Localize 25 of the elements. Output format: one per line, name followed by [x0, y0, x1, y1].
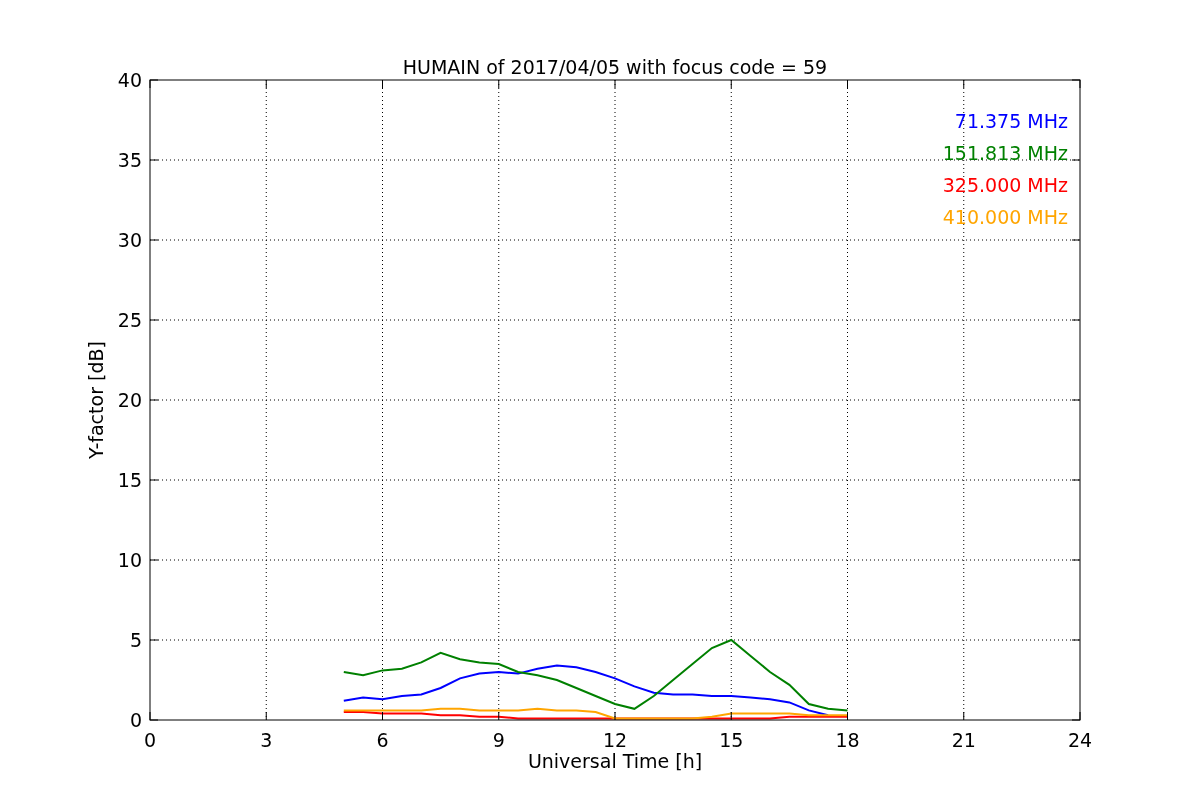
y-tick-label: 30 — [117, 229, 142, 251]
y-tick-label: 40 — [117, 69, 142, 91]
y-tick-label: 25 — [117, 309, 142, 331]
y-tick-label: 0 — [129, 709, 142, 731]
y-tick-label: 20 — [117, 389, 142, 411]
x-tick-label: 24 — [1067, 729, 1093, 751]
legend-label: 325.000 MHz — [942, 174, 1068, 196]
x-tick-label: 18 — [835, 729, 860, 751]
legend-label: 71.375 MHz — [954, 110, 1068, 132]
x-tick-label: 15 — [719, 729, 744, 751]
x-tick-label: 21 — [951, 729, 976, 751]
y-tick-label: 15 — [117, 469, 142, 491]
x-tick-label: 0 — [143, 729, 157, 751]
x-tick-label: 3 — [260, 729, 273, 751]
x-tick-label: 12 — [602, 729, 628, 751]
x-axis-label: Universal Time [h] — [527, 750, 703, 772]
y-tick-label: 5 — [129, 629, 142, 651]
y-tick-label: 35 — [117, 149, 142, 171]
legend-label: 151.813 MHz — [942, 142, 1068, 164]
legend-label: 410.000 MHz — [942, 206, 1068, 228]
x-tick-label: 6 — [376, 729, 389, 751]
x-tick-label: 9 — [492, 729, 505, 751]
chart-title: HUMAIN of 2017/04/05 with focus code = 59 — [402, 56, 828, 78]
y-tick-label: 10 — [117, 549, 142, 571]
y-axis-label: Y-factor [dB] — [85, 341, 107, 459]
